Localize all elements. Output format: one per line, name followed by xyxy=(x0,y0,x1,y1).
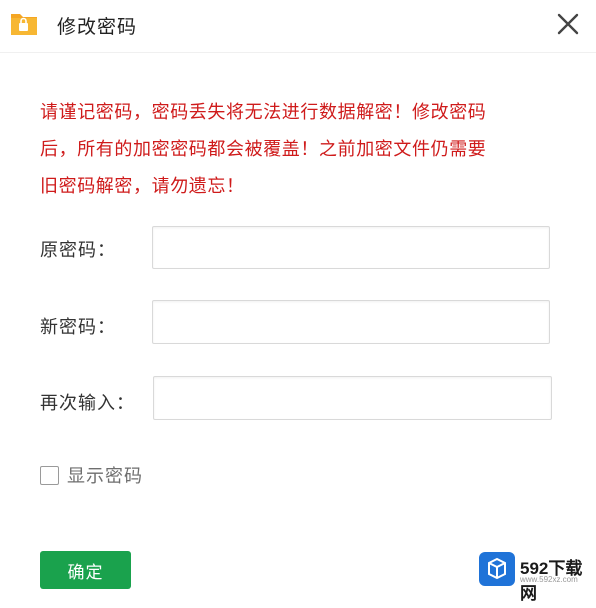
warning-line: 旧密码解密，请勿遗忘！ xyxy=(40,176,245,197)
show-password-label: 显示密码 xyxy=(67,466,143,487)
old-password-input[interactable] xyxy=(152,226,550,269)
ok-button[interactable]: 确定 xyxy=(40,551,131,589)
title-divider xyxy=(0,52,596,53)
new-password-input[interactable] xyxy=(152,300,550,344)
confirm-password-label: 再次输入： xyxy=(40,393,135,414)
title-bar: 修改密码 xyxy=(0,0,596,50)
watermark-logo: 592下载网 www.592xz.com xyxy=(479,550,589,603)
show-password-option[interactable]: 显示密码 xyxy=(40,463,143,487)
new-password-label: 新密码： xyxy=(40,317,116,338)
warning-line: 请谨记密码，密码丢失将无法进行数据解密！修改密码 xyxy=(40,102,487,123)
old-password-label: 原密码： xyxy=(40,240,116,261)
show-password-checkbox[interactable] xyxy=(40,465,59,485)
watermark-subtext: www.592xz.com xyxy=(520,575,578,584)
folder-lock-icon xyxy=(11,14,37,35)
warning-line: 后，所有的加密密码都会被覆盖！之前加密文件仍需要 xyxy=(40,139,487,160)
close-icon[interactable] xyxy=(552,8,584,40)
confirm-password-input[interactable] xyxy=(153,376,552,420)
box-icon xyxy=(479,552,515,586)
warning-message: 请谨记密码，密码丢失将无法进行数据解密！修改密码 后，所有的加密密码都会被覆盖！… xyxy=(40,94,560,205)
window-title: 修改密码 xyxy=(57,16,138,38)
